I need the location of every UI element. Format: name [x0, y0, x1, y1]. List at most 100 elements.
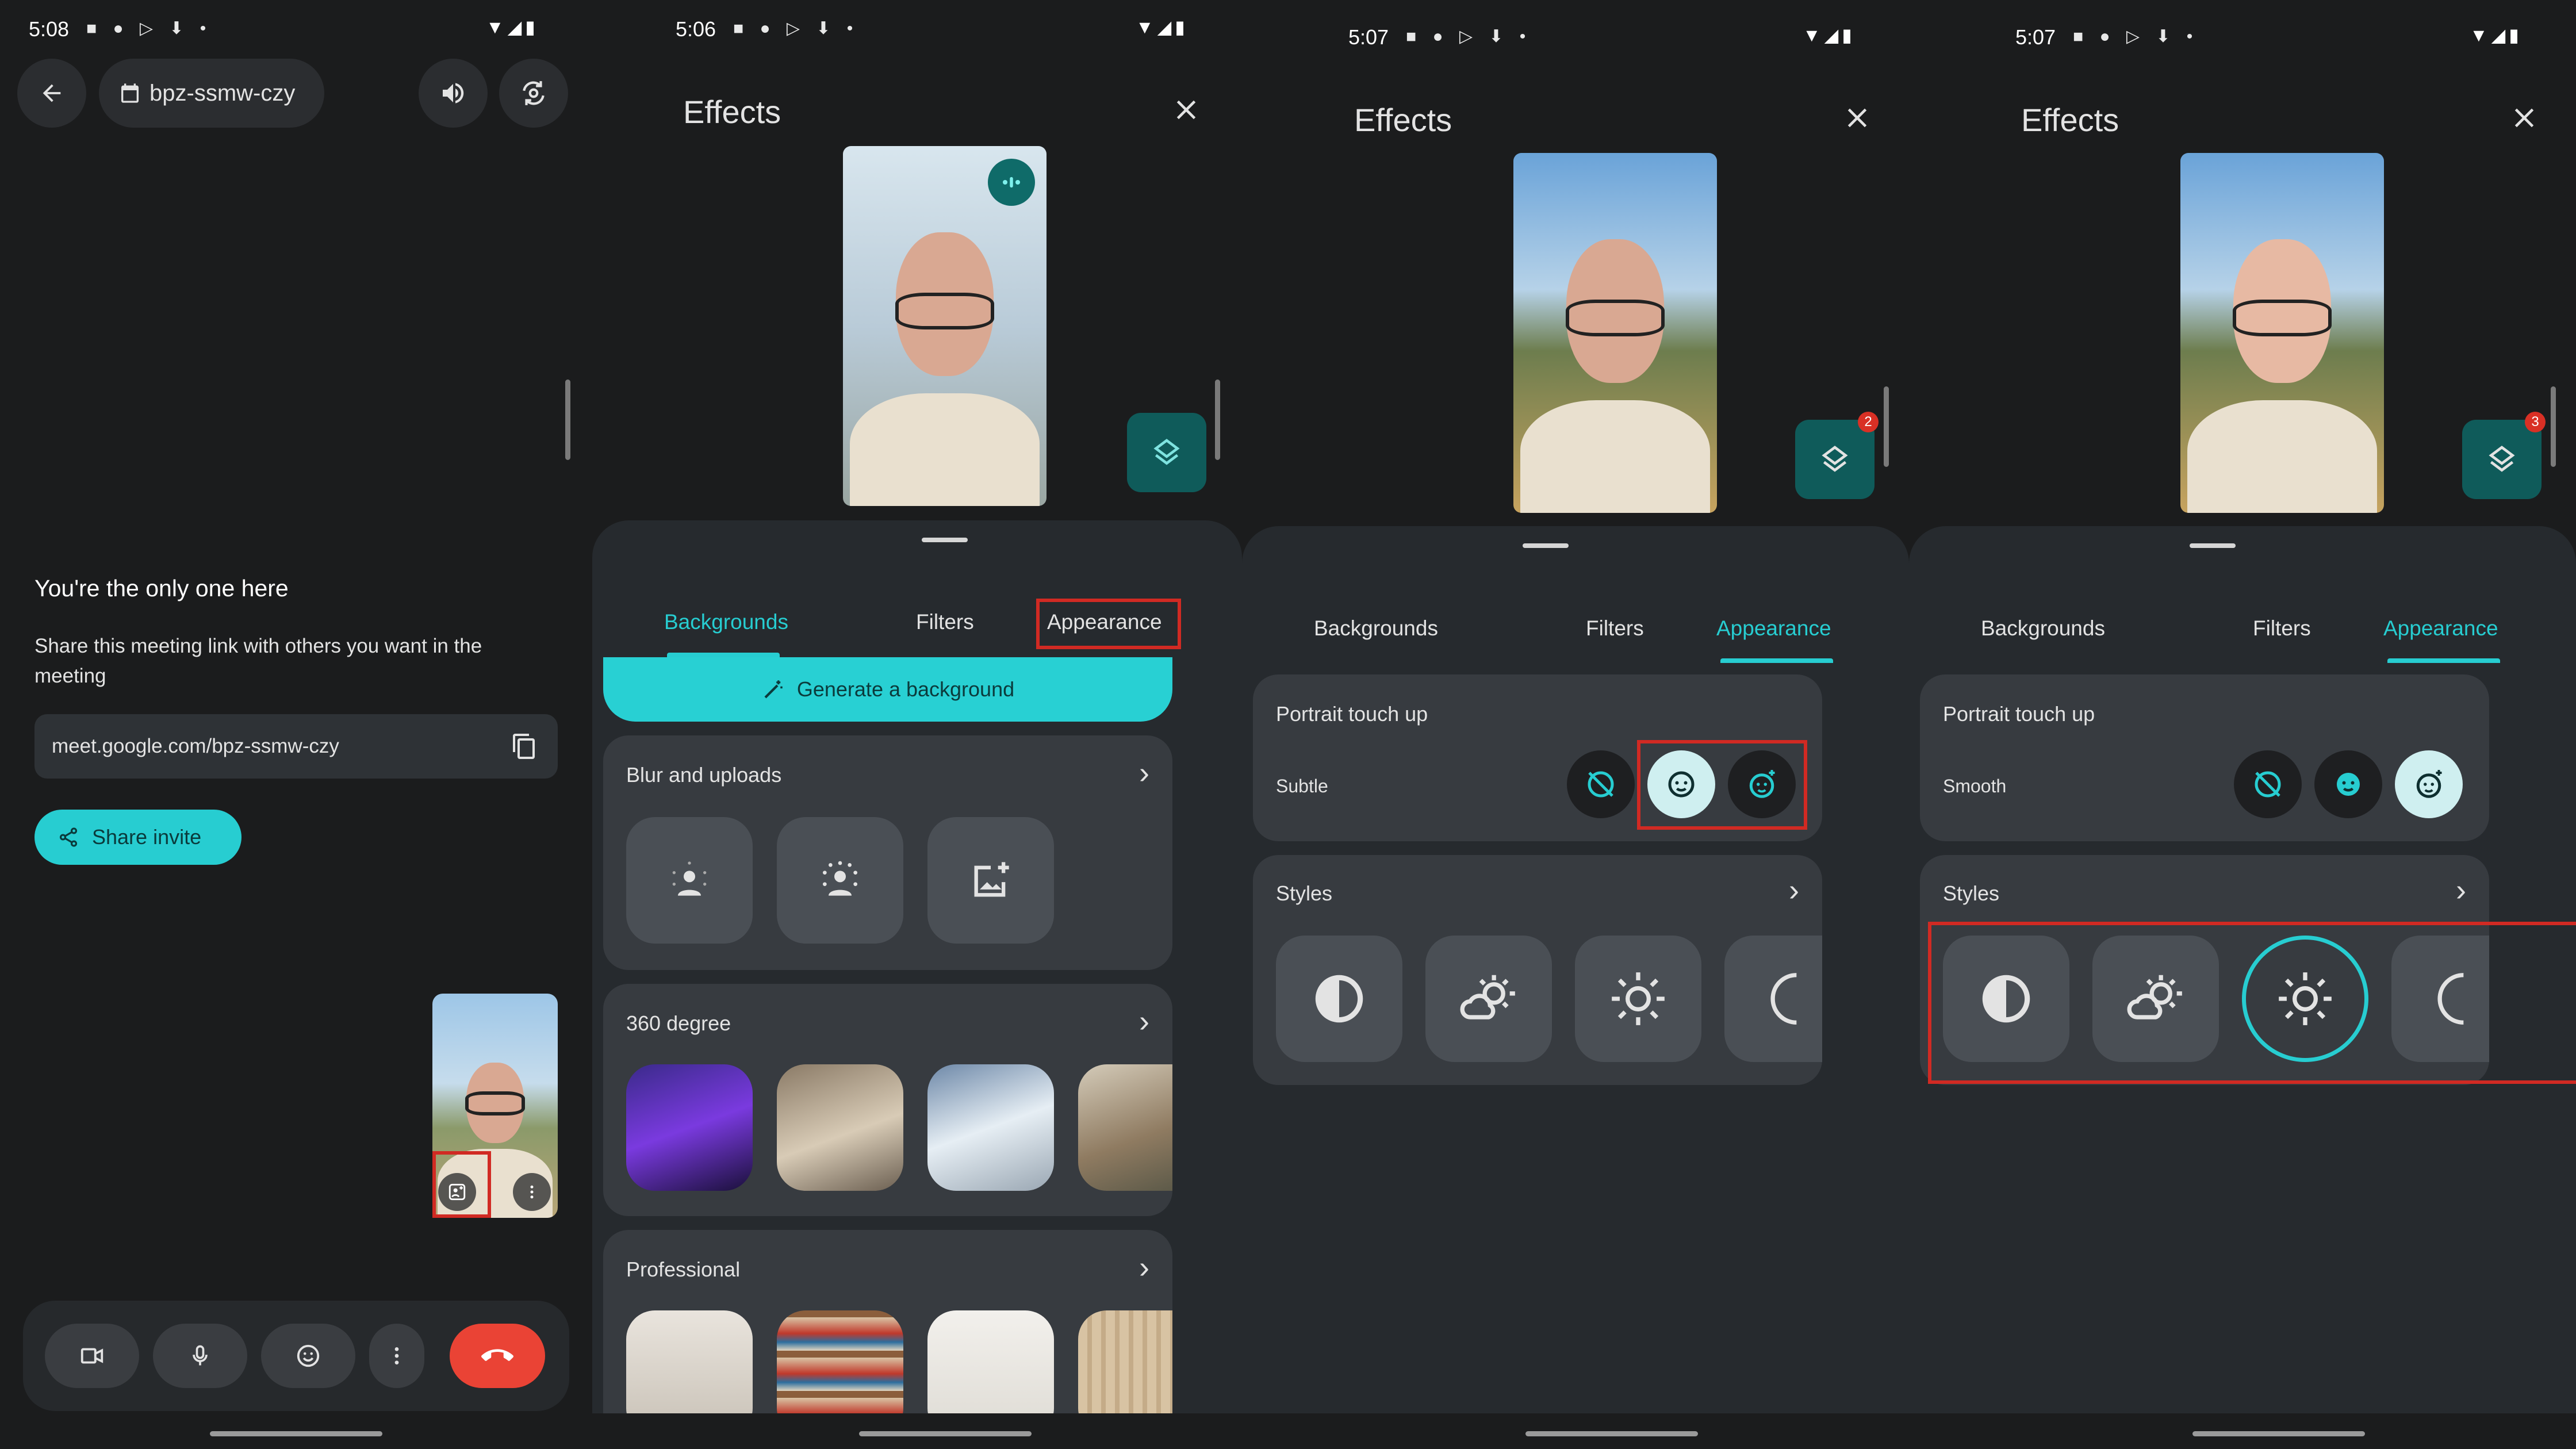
- chevron-right-icon[interactable]: ›: [1789, 872, 1799, 908]
- share-invite-label: Share invite: [92, 825, 202, 849]
- portrait-touch-up-card: Portrait touch up Subtle: [1253, 674, 1822, 841]
- layers-icon: [1822, 446, 1848, 472]
- status-bar: 5:08 ■ ● ▷ ⬇ • ▼◢▮: [0, 0, 592, 63]
- mic-icon: [193, 1345, 208, 1366]
- meeting-code-chip[interactable]: bpz-ssmw-czy: [99, 59, 324, 128]
- section-title: Blur and uploads: [626, 763, 782, 787]
- notification-icons: ■ ● ▷ ⬇ •: [86, 19, 212, 38]
- camera-preview: [1513, 153, 1717, 513]
- touch-up-subtle-button[interactable]: [2314, 750, 2382, 818]
- background-360-gaming-room[interactable]: [626, 1064, 753, 1191]
- status-time: 5:06: [676, 17, 716, 41]
- style-cloudy-tile[interactable]: [1425, 936, 1552, 1062]
- scrollbar[interactable]: [1215, 379, 1220, 460]
- style-night-tile[interactable]: [1724, 936, 1822, 1062]
- highlight-effects-button: [432, 1151, 491, 1218]
- nav-gesture-bar[interactable]: [1525, 1431, 1698, 1436]
- chevron-right-icon[interactable]: ›: [1139, 755, 1149, 791]
- touch-up-level: Smooth: [1943, 776, 2007, 796]
- style-bright-tile[interactable]: [1575, 936, 1701, 1062]
- meeting-link-field[interactable]: meet.google.com/bpz-ssmw-czy: [34, 714, 558, 779]
- chevron-right-icon[interactable]: ›: [1139, 1003, 1149, 1039]
- camera-icon: [80, 1348, 103, 1364]
- tab-appearance[interactable]: Appearance: [2383, 616, 2498, 641]
- person-body: [1520, 400, 1710, 513]
- person-body: [850, 393, 1040, 506]
- close-icon[interactable]: [1843, 103, 1872, 132]
- styles-title: Styles: [1276, 881, 1333, 905]
- status-bar: 5:06 ■ ● ▷ ⬇ • ▼◢▮: [592, 0, 1242, 63]
- audio-output-button[interactable]: [419, 59, 488, 128]
- notification-icons: ■ ● ▷ ⬇ •: [2073, 27, 2199, 46]
- effects-layers-button[interactable]: [2462, 420, 2542, 499]
- back-arrow-icon: [43, 84, 61, 102]
- background-360-terrace[interactable]: [1078, 1064, 1172, 1191]
- touch-up-title: Portrait touch up: [1943, 702, 2095, 726]
- upload-background-tile[interactable]: [927, 817, 1054, 944]
- style-contrast-tile[interactable]: [1276, 936, 1402, 1062]
- sheet-handle[interactable]: [2190, 543, 2236, 548]
- active-tab-indicator: [1720, 658, 1833, 663]
- nav-gesture-bar[interactable]: [2192, 1431, 2365, 1436]
- more-options-button[interactable]: [369, 1324, 424, 1388]
- chevron-right-icon[interactable]: ›: [2456, 872, 2466, 908]
- nav-gesture-bar[interactable]: [210, 1431, 382, 1436]
- person-glasses: [1566, 300, 1665, 336]
- effects-sheet: Backgrounds Filters Appearance Generate …: [592, 520, 1242, 1449]
- tab-backgrounds[interactable]: Backgrounds: [1314, 616, 1438, 641]
- effects-layers-button[interactable]: [1127, 413, 1206, 492]
- tab-filters[interactable]: Filters: [1586, 616, 1644, 641]
- generate-background-button[interactable]: Generate a background: [603, 657, 1172, 722]
- tab-filters[interactable]: Filters: [2253, 616, 2311, 641]
- reactions-button[interactable]: [261, 1324, 355, 1388]
- blur-slight-icon: [672, 861, 707, 896]
- section-360-degree: 360 degree ›: [603, 984, 1172, 1216]
- effects-sheet: Backgrounds Filters Appearance Portrait …: [1242, 526, 1909, 1449]
- section-title: 360 degree: [626, 1011, 731, 1035]
- share-invite-button[interactable]: Share invite: [34, 810, 241, 865]
- close-icon[interactable]: [2510, 103, 2539, 132]
- chevron-right-icon[interactable]: ›: [1139, 1249, 1149, 1285]
- tab-filters[interactable]: Filters: [916, 610, 974, 634]
- status-bar: 5:07 ■ ● ▷ ⬇ • ▼◢▮: [1909, 0, 2576, 63]
- end-call-button[interactable]: [450, 1324, 545, 1388]
- touch-up-off-button[interactable]: [2234, 750, 2302, 818]
- tab-appearance[interactable]: Appearance: [1716, 616, 1831, 641]
- touch-up-off-button[interactable]: [1567, 750, 1635, 818]
- blur-full-tile[interactable]: [777, 817, 903, 944]
- scrollbar[interactable]: [1884, 386, 1889, 467]
- effects-layers-button[interactable]: [1795, 420, 1874, 499]
- blur-full-icon: [823, 861, 857, 896]
- copy-icon[interactable]: [511, 733, 538, 760]
- camera-button[interactable]: [45, 1324, 139, 1388]
- portrait-touch-up-card: Portrait touch up Smooth: [1920, 674, 2489, 841]
- background-360-space-station[interactable]: [927, 1064, 1054, 1191]
- scrollbar[interactable]: [2551, 386, 2556, 467]
- effects-sheet: Backgrounds Filters Appearance Portrait …: [1909, 526, 2576, 1449]
- background-360-living-room[interactable]: [777, 1064, 903, 1191]
- touch-up-level: Subtle: [1276, 776, 1328, 796]
- tab-backgrounds[interactable]: Backgrounds: [1981, 616, 2105, 641]
- share-icon: [59, 827, 78, 847]
- scrollbar[interactable]: [565, 379, 570, 460]
- close-icon[interactable]: [1172, 95, 1201, 124]
- tab-backgrounds[interactable]: Backgrounds: [664, 610, 788, 634]
- status-time: 5:07: [1348, 25, 1389, 49]
- blur-light-tile[interactable]: [626, 817, 753, 944]
- nav-gesture-bar[interactable]: [859, 1431, 1032, 1436]
- switch-camera-button[interactable]: [499, 59, 568, 128]
- active-tab-indicator: [2387, 658, 2500, 663]
- touch-up-smooth-button[interactable]: [2395, 750, 2463, 818]
- sheet-handle[interactable]: [1523, 543, 1569, 548]
- face-off-icon: [2255, 771, 2281, 798]
- face-subtle-icon: [2337, 773, 2360, 796]
- notification-icons: ■ ● ▷ ⬇ •: [1406, 27, 1532, 46]
- back-button[interactable]: [17, 59, 86, 128]
- system-icons: ▼◢▮: [1136, 17, 1189, 37]
- sheet-handle[interactable]: [922, 538, 968, 542]
- mic-button[interactable]: [153, 1324, 247, 1388]
- panel-appearance-subtle: 5:07 ■ ● ▷ ⬇ • ▼◢▮ Effects 2 Backgrounds…: [1242, 0, 1909, 1449]
- switch-camera-icon: [523, 81, 545, 105]
- highlight-appearance-tab: [1036, 599, 1181, 649]
- tile-more-button[interactable]: [513, 1173, 551, 1211]
